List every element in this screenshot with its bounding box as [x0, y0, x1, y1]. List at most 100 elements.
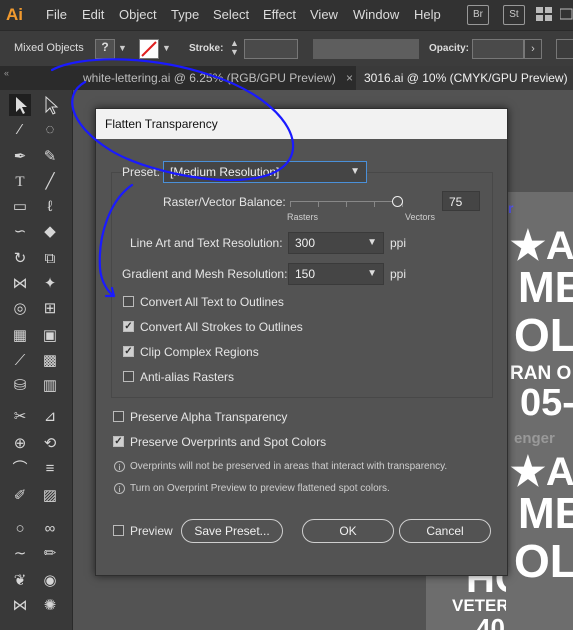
paintbrush-tool-icon[interactable]: ℓ [39, 196, 61, 218]
bridge-button[interactable]: Br [467, 5, 489, 25]
preserve-overprints-checkbox[interactable]: ✓ [113, 436, 124, 447]
lasso-tool-icon[interactable]: ◌ [39, 119, 61, 141]
balance-value-input[interactable]: 75 [442, 191, 480, 211]
scale-tool-icon[interactable]: ⧉ [39, 248, 61, 270]
chevron-right-icon[interactable]: › [524, 39, 542, 59]
tools-panel: ⁄ ◌ ✒ ✎ T ╱ ▭ ℓ ∽ ◆ ↻ ⧉ ⋈ ✦ ◎ ⊞ ▦ ▣ ⟋ ▩ … [0, 90, 73, 630]
preset-dropdown[interactable]: [Medium Resolution] ▼ [163, 161, 367, 183]
butterfly-tool-icon[interactable]: ❦ [9, 570, 31, 592]
style-swatch-icon[interactable] [556, 39, 573, 59]
variable-width-dropdown[interactable] [313, 39, 419, 59]
menu-object[interactable]: Object [119, 7, 157, 22]
fill-paint-tool-icon[interactable]: ✐ [9, 485, 31, 507]
rotate-view-tool-icon[interactable]: ⟲ [39, 433, 61, 455]
menu-view[interactable]: View [310, 7, 338, 22]
crystallize-tool-icon[interactable]: ✺ [39, 595, 61, 617]
convert-strokes-checkbox[interactable]: ✓ [123, 321, 134, 332]
gradient-tool-icon[interactable]: ▣ [39, 325, 61, 347]
preserve-alpha-label[interactable]: Preserve Alpha Transparency [130, 410, 287, 424]
stroke-weight-input[interactable] [244, 39, 298, 59]
symbol-sprayer-tool-icon[interactable]: ⛁ [9, 375, 31, 397]
eyedropper-tool-icon[interactable]: ⟋ [9, 350, 31, 372]
preview-label[interactable]: Preview [130, 524, 173, 538]
shape-builder-tool-icon[interactable]: ◎ [9, 298, 31, 320]
fill-swatch-icon[interactable]: ? [95, 39, 115, 59]
stock-button[interactable]: St [503, 5, 525, 25]
preset-label: Preset: [122, 165, 161, 179]
menu-type[interactable]: Type [171, 7, 199, 22]
clip-complex-checkbox[interactable]: ✓ [123, 346, 134, 357]
balance-slider-thumb[interactable] [392, 196, 403, 207]
chevron-down-icon[interactable]: ▼ [162, 43, 171, 53]
smooth-tool-icon[interactable]: ∼ [9, 543, 31, 565]
stepper-icon[interactable]: ▲ ▼ [230, 39, 239, 57]
puppet-warp-tool-icon[interactable]: ✦ [39, 273, 61, 295]
menu-effect[interactable]: Effect [263, 7, 296, 22]
opacity-input[interactable] [472, 39, 524, 59]
selection-tool-icon[interactable] [9, 94, 31, 116]
ok-button[interactable]: OK [302, 519, 394, 543]
free-distort-tool-icon[interactable]: ⌒ [9, 458, 31, 480]
workspace-grid-icon[interactable] [536, 7, 552, 21]
rasters-label: Rasters [287, 212, 319, 222]
save-preset-button[interactable]: Save Preset... [181, 519, 283, 543]
convert-strokes-label[interactable]: Convert All Strokes to Outlines [140, 320, 303, 334]
gradient-resolution-dropdown[interactable]: 150 ▼ [288, 263, 384, 285]
chevron-down-icon[interactable]: ▼ [118, 43, 127, 53]
stroke-swatch-icon[interactable] [139, 39, 159, 59]
path-eraser-tool-icon[interactable]: ✏ [39, 543, 61, 565]
column-graph-tool-icon[interactable]: ▥ [39, 375, 61, 397]
artboard-tool-icon[interactable]: ✂ [9, 406, 31, 428]
menu-help[interactable]: Help [414, 7, 441, 22]
clip-complex-label[interactable]: Clip Complex Regions [140, 345, 259, 359]
twirl-tool-icon[interactable]: ◉ [39, 570, 61, 592]
rotate-tool-icon[interactable]: ↻ [9, 248, 31, 270]
slice-tool-icon[interactable]: ⊿ [39, 406, 61, 428]
chevron-down-icon: ▼ [350, 166, 360, 177]
line-art-resolution-dropdown[interactable]: 300 ▼ [288, 232, 384, 254]
type-tool-icon[interactable]: T [9, 171, 31, 193]
tab-white-lettering[interactable]: white-lettering.ai @ 6.25% (RGB/GPU Prev… [75, 66, 361, 90]
info-icon: i [114, 461, 125, 472]
mesh-tool-icon[interactable]: ▦ [9, 325, 31, 347]
window-control-icon[interactable] [559, 7, 573, 21]
anti-alias-checkbox[interactable] [123, 371, 134, 382]
shaper-tool-icon[interactable]: ∽ [9, 221, 31, 243]
collapse-panel-icon[interactable]: « [4, 68, 9, 78]
dialog-title-bar[interactable]: Flatten Transparency [96, 109, 507, 139]
width-tool-icon[interactable]: ⋈ [9, 273, 31, 295]
rectangle-tool-icon[interactable]: ▭ [9, 196, 31, 218]
convert-text-checkbox[interactable] [123, 296, 134, 307]
preview-checkbox[interactable] [113, 525, 124, 536]
anti-alias-label[interactable]: Anti-alias Rasters [140, 370, 234, 384]
close-icon[interactable]: × [346, 66, 353, 90]
ellipse-tool-icon[interactable]: ○ [9, 518, 31, 540]
tab-3016[interactable]: 3016.ai @ 10% (CMYK/GPU Preview) × [356, 66, 573, 90]
convert-text-label[interactable]: Convert All Text to Outlines [140, 295, 284, 309]
magic-wand-tool-icon[interactable]: ⁄ [9, 119, 31, 141]
artwork-text: ME [518, 263, 573, 312]
hand-tool-icon[interactable]: ⊕ [9, 433, 31, 455]
artboard-lower-left[interactable]: HOL VETERAN O 405 [426, 573, 506, 630]
menu-select[interactable]: Select [213, 7, 249, 22]
blend-tool-icon[interactable]: ▩ [39, 350, 61, 372]
selection-type-label: Mixed Objects [14, 42, 84, 54]
perspective-grid-tool-icon[interactable]: ⊞ [39, 298, 61, 320]
artboard[interactable]: r ★A ME OL RAN O 05- enger ★A ME OL [506, 192, 573, 630]
pen-tool-icon[interactable]: ✒ [9, 146, 31, 168]
menu-file[interactable]: File [46, 7, 67, 22]
preserve-overprints-label[interactable]: Preserve Overprints and Spot Colors [130, 435, 326, 449]
eraser-tool-icon[interactable]: ◆ [39, 221, 61, 243]
slider-tick [318, 202, 319, 207]
pattern-tool-icon[interactable]: ▨ [39, 485, 61, 507]
curvature-tool-icon[interactable]: ✎ [39, 146, 61, 168]
menu-edit[interactable]: Edit [82, 7, 104, 22]
preserve-alpha-checkbox[interactable] [113, 411, 124, 422]
infinity-tool-icon[interactable]: ∞ [39, 518, 61, 540]
menu-window[interactable]: Window [353, 7, 399, 22]
reshape-tool-icon[interactable]: ⋈ [9, 595, 31, 617]
cancel-button[interactable]: Cancel [399, 519, 491, 543]
line-tool-icon[interactable]: ╱ [39, 171, 61, 193]
direct-selection-tool-icon[interactable] [39, 94, 61, 116]
measure-tool-icon[interactable]: ≡ [39, 458, 61, 480]
